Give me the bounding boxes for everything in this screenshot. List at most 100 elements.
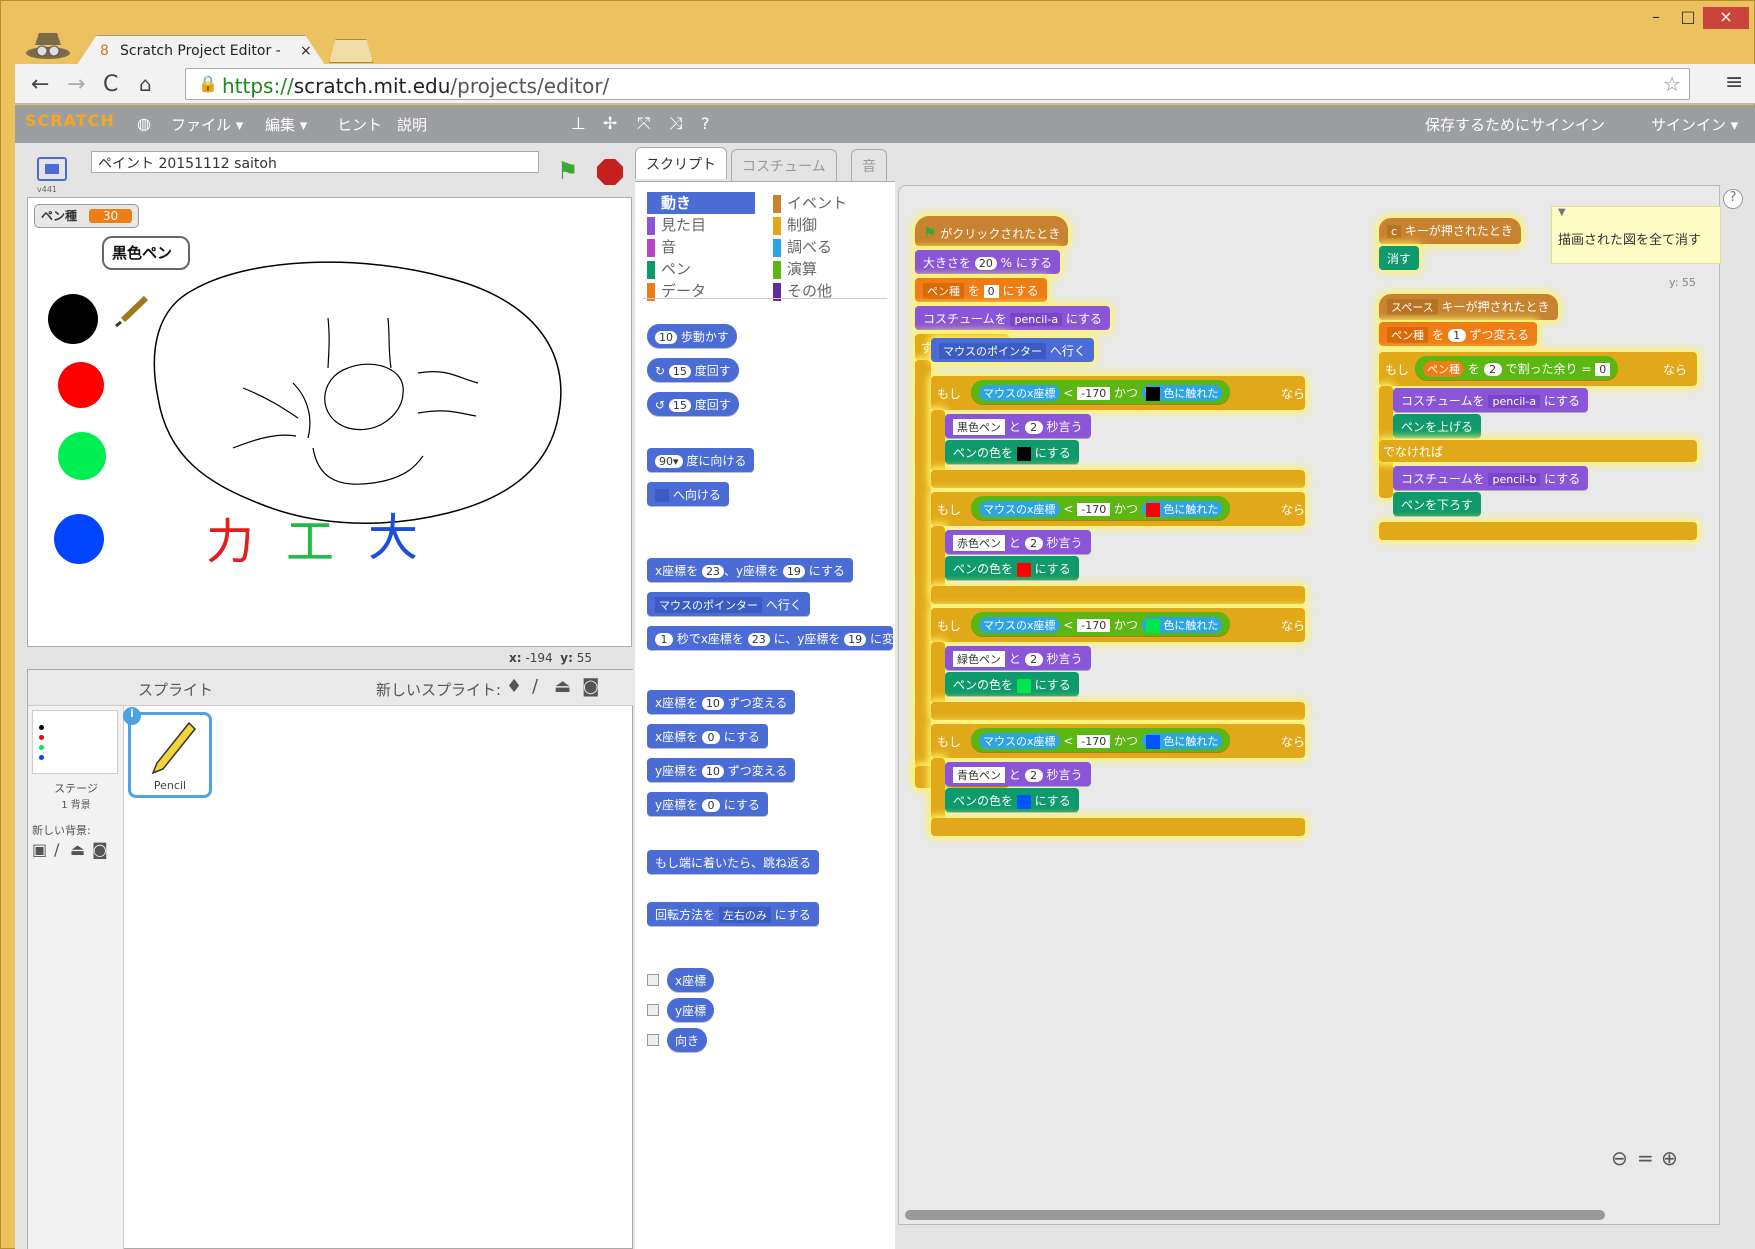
reporter-x[interactable]: x座標 bbox=[667, 968, 715, 992]
back-icon[interactable]: ← bbox=[31, 72, 49, 97]
equals-operator[interactable]: ペン種 を 2 で割った余り = 0 bbox=[1415, 356, 1619, 380]
when-flag-clicked-block[interactable]: ⚑ がクリックされたとき bbox=[915, 216, 1069, 246]
category-3[interactable]: 制御 bbox=[773, 214, 881, 236]
scripts-area[interactable]: ⚑ がクリックされたとき 大きさを 20 % にする ペン種 を 0 にする コ… bbox=[898, 185, 1721, 1225]
paint-sprite-icon[interactable]: / bbox=[532, 676, 538, 697]
cut-icon[interactable]: ✢ bbox=[603, 114, 617, 134]
set-size-block[interactable]: 大きさを 20 % にする bbox=[915, 250, 1061, 274]
browser-tab[interactable]: 8 Scratch Project Editor - × bbox=[77, 35, 325, 65]
block-goto-mouse[interactable]: マウスのポインター へ行く bbox=[647, 592, 810, 616]
language-globe-icon[interactable]: ◍ bbox=[137, 114, 151, 133]
when-key-pressed-space[interactable]: スペース キーが押されたとき bbox=[1379, 294, 1558, 320]
set-pen-color-block-3[interactable]: ペンの色を にする bbox=[945, 788, 1079, 812]
save-signin-link[interactable]: 保存するためにサインイン bbox=[1425, 114, 1605, 135]
set-pen-color-block-2[interactable]: ペンの色を にする bbox=[945, 672, 1079, 696]
pen-up-block[interactable]: ペンを上げる bbox=[1393, 414, 1482, 438]
camera-backdrop-icon[interactable]: ◙ bbox=[92, 840, 108, 859]
info-icon[interactable]: i bbox=[123, 707, 141, 725]
category-7[interactable]: 演算 bbox=[773, 258, 881, 280]
zoom-out-icon[interactable]: ⊖ bbox=[1611, 1146, 1628, 1170]
clear-block[interactable]: 消す bbox=[1379, 246, 1420, 270]
block-set-y[interactable]: y座標を 0 にする bbox=[647, 792, 768, 816]
help-icon[interactable]: ? bbox=[701, 114, 710, 133]
block-bounce[interactable]: もし端に着いたら、跳ね返る bbox=[647, 850, 820, 874]
green-flag-icon[interactable]: ⚑ bbox=[557, 157, 579, 185]
category-5[interactable]: 調べる bbox=[773, 236, 881, 258]
say-block-1[interactable]: 赤色ペン と 2 秒言う bbox=[945, 530, 1091, 554]
forward-icon[interactable]: → bbox=[67, 72, 85, 97]
horizontal-scrollbar[interactable] bbox=[905, 1210, 1605, 1220]
signin-menu[interactable]: サインイン ▾ bbox=[1651, 114, 1738, 135]
say-block-2[interactable]: 緑色ペン と 2 秒言う bbox=[945, 646, 1091, 670]
block-point-towards[interactable]: へ向ける bbox=[647, 482, 729, 506]
tab-costumes[interactable]: コスチューム bbox=[731, 149, 837, 181]
browser-menu-icon[interactable]: ≡ bbox=[1725, 70, 1743, 95]
collapse-triangle-icon[interactable]: ▼ bbox=[1558, 207, 1566, 218]
category-0[interactable]: 動き bbox=[647, 192, 755, 214]
maximize-button[interactable]: □ bbox=[1673, 7, 1703, 29]
close-window-button[interactable]: × bbox=[1703, 7, 1749, 29]
reload-icon[interactable]: C bbox=[103, 72, 118, 97]
grow-icon[interactable]: ⤧ bbox=[637, 114, 651, 134]
menu-edit[interactable]: 編集 ▾ bbox=[265, 114, 307, 135]
set-pen-color-block-0[interactable]: ペンの色を にする bbox=[945, 440, 1079, 464]
backdrop-library-icon[interactable]: ▣ bbox=[32, 840, 47, 859]
stage-canvas[interactable]: ペン種 30 黒色ペン 力 工 大 bbox=[27, 197, 632, 647]
stage-thumbnail[interactable] bbox=[32, 710, 118, 774]
duplicate-stamp-icon[interactable]: ⊥ bbox=[571, 114, 586, 134]
category-2[interactable]: 見た目 bbox=[647, 214, 755, 236]
block-turn-left[interactable]: ↺ 15 度回す bbox=[647, 392, 739, 416]
block-point-direction[interactable]: 90▾ 度に向ける bbox=[647, 448, 755, 472]
project-title-field[interactable]: ペイント 20151112 saitoh bbox=[91, 151, 539, 173]
zoom-in-icon[interactable]: ⊕ bbox=[1661, 1146, 1678, 1170]
stop-sign-icon[interactable] bbox=[597, 159, 623, 185]
switch-costume-a-block[interactable]: コスチュームを pencil-a にする bbox=[1393, 388, 1589, 412]
paint-backdrop-icon[interactable]: / bbox=[54, 840, 59, 859]
when-key-pressed-c[interactable]: c キーが押されたとき bbox=[1379, 218, 1521, 244]
minimize-button[interactable]: – bbox=[1641, 7, 1671, 29]
category-4[interactable]: 音 bbox=[647, 236, 755, 258]
and-operator[interactable]: マウスのx座標 < -170 かつ 色に触れた bbox=[971, 380, 1231, 404]
sprite-tile-pencil[interactable]: i Pencil bbox=[123, 707, 212, 798]
tab-scripts[interactable]: スクリプト bbox=[635, 147, 727, 179]
if-block-2[interactable]: もし マウスのx座標 < -170 かつ 色に触れた なら bbox=[931, 608, 1305, 642]
checkbox-direction[interactable] bbox=[647, 1034, 659, 1046]
block-move[interactable]: 10 歩動かす bbox=[647, 324, 737, 348]
menu-about[interactable]: 説明 bbox=[397, 114, 427, 135]
category-1[interactable]: イベント bbox=[773, 192, 881, 214]
say-block-0[interactable]: 黒色ペン と 2 秒言う bbox=[945, 414, 1091, 438]
upload-backdrop-icon[interactable]: ⏏ bbox=[70, 840, 85, 859]
block-change-x[interactable]: x座標を 10 ずつ変える bbox=[647, 690, 796, 714]
shrink-icon[interactable]: ⤨ bbox=[669, 114, 683, 134]
block-goto-xy[interactable]: x座標を 23 、y座標を 19 にする bbox=[647, 558, 853, 582]
change-variable-block[interactable]: ペン種 を 1 ずつ変える bbox=[1379, 322, 1538, 346]
upload-sprite-icon[interactable]: ⏏ bbox=[554, 676, 571, 697]
checkbox-x[interactable] bbox=[647, 974, 659, 986]
category-6[interactable]: ペン bbox=[647, 258, 755, 280]
zoom-reset-icon[interactable]: = bbox=[1637, 1146, 1654, 1170]
switch-costume-block[interactable]: コスチュームを pencil-a にする bbox=[915, 306, 1111, 330]
bookmark-star-icon[interactable]: ☆ bbox=[1663, 72, 1681, 96]
checkbox-y[interactable] bbox=[647, 1004, 659, 1016]
if-block-3[interactable]: もし マウスのx座標 < -170 かつ 色に触れた なら bbox=[931, 724, 1305, 758]
sprite-library-icon[interactable]: ♦ bbox=[506, 676, 522, 697]
tab-sounds[interactable]: 音 bbox=[851, 149, 887, 181]
camera-sprite-icon[interactable]: ◙ bbox=[582, 676, 599, 697]
scratch-logo[interactable]: SCRATCH bbox=[25, 111, 115, 130]
set-variable-block[interactable]: ペン種 を 0 にする bbox=[915, 278, 1047, 302]
reporter-direction[interactable]: 向き bbox=[667, 1028, 708, 1052]
block-rotation-style[interactable]: 回転方法を 左右のみ にする bbox=[647, 902, 819, 926]
block-glide[interactable]: 1 秒でx座標を 23 に、y座標を 19 に変 bbox=[647, 626, 893, 650]
address-bar[interactable]: 🔒 https://scratch.mit.edu/projects/edito… bbox=[185, 68, 1690, 100]
new-tab-button[interactable] bbox=[329, 39, 373, 63]
and-operator[interactable]: マウスのx座標 < -170 かつ 色に触れた bbox=[971, 496, 1231, 520]
say-block-3[interactable]: 青色ペン と 2 秒言う bbox=[945, 762, 1091, 786]
reporter-y[interactable]: y座標 bbox=[667, 998, 715, 1022]
block-turn-right[interactable]: ↻ 15 度回す bbox=[647, 358, 739, 382]
and-operator[interactable]: マウスのx座標 < -170 かつ 色に触れた bbox=[971, 728, 1231, 752]
and-operator[interactable]: マウスのx座標 < -170 かつ 色に触れた bbox=[971, 612, 1231, 636]
block-set-x[interactable]: x座標を 0 にする bbox=[647, 724, 768, 748]
if-else-block[interactable]: もし ペン種 を 2 で割った余り = 0 なら bbox=[1379, 352, 1697, 386]
if-block-0[interactable]: もし マウスのx座標 < -170 かつ 色に触れた なら bbox=[931, 376, 1305, 410]
home-icon[interactable]: ⌂ bbox=[139, 72, 152, 96]
